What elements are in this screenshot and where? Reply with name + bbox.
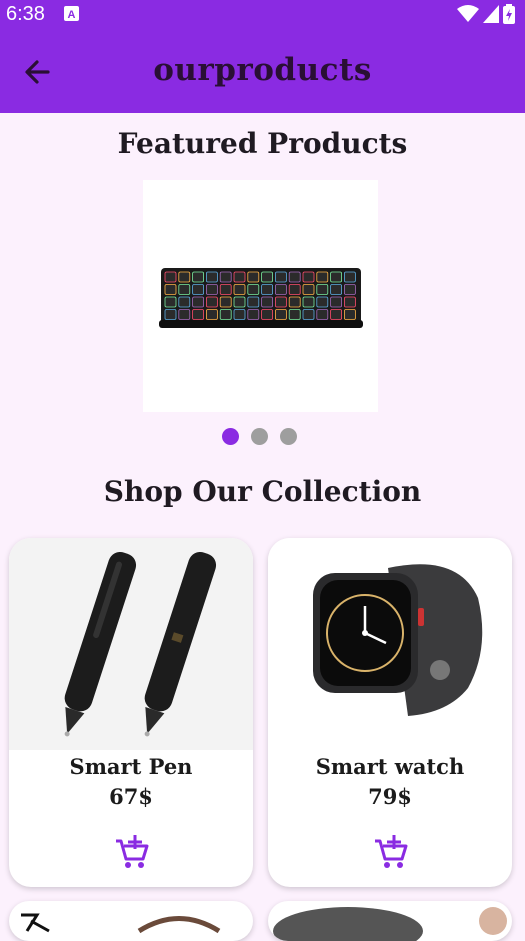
- product-price: 79$: [368, 784, 412, 809]
- add-shopping-cart-icon: [116, 835, 149, 868]
- keyboard-key: [261, 309, 273, 320]
- keyboard-key: [247, 309, 260, 320]
- battery-icon: [503, 4, 515, 24]
- keyboard-key: [330, 309, 343, 320]
- keyboard-key: [302, 284, 315, 295]
- keyboard-key: [288, 284, 301, 295]
- keyboard-key: [192, 309, 204, 320]
- product-image: [273, 907, 507, 941]
- keyboard-key: [192, 296, 204, 308]
- keyboard-key: [233, 296, 246, 308]
- collection-title: Shop Our Collection: [103, 475, 422, 508]
- keyboard-key: [164, 296, 177, 308]
- keyboard-key: [274, 309, 287, 320]
- keyboard-key: [330, 271, 343, 283]
- smart-pen-image: [64, 551, 217, 737]
- keyboard-key: [343, 284, 356, 295]
- keyboard-key: [274, 296, 287, 308]
- keyboard-key: [261, 284, 273, 295]
- status-icons: [457, 4, 515, 24]
- keyboard-key: [330, 284, 343, 295]
- carousel-indicator: [222, 428, 297, 445]
- product-image: [9, 538, 253, 750]
- keyboard-key: [164, 284, 177, 295]
- featured-carousel[interactable]: [143, 180, 378, 412]
- carousel-dot[interactable]: [280, 428, 297, 445]
- keyboard-key: [206, 296, 218, 308]
- add-shopping-cart-icon: [375, 835, 408, 868]
- keyboard-key: [233, 271, 246, 283]
- keyboard-key: [247, 284, 260, 295]
- keyboard-key: [219, 296, 232, 308]
- keyboard-key: [302, 309, 315, 320]
- keyboard-key: [261, 271, 273, 283]
- keyboard-key: [178, 296, 191, 308]
- smart-watch-image: [313, 564, 483, 716]
- svg-text:A: A: [68, 9, 76, 21]
- status-bar: 6:38 A: [0, 0, 525, 30]
- keyboard-key: [206, 309, 218, 320]
- product-card[interactable]: Smart Pen 67$: [9, 538, 253, 887]
- keyboard-key: [233, 284, 246, 295]
- product-image: [268, 538, 512, 750]
- keyboard-key: [288, 271, 301, 283]
- product-name: Smart Pen: [69, 754, 193, 779]
- product-card[interactable]: Smart watch 79$: [268, 538, 512, 887]
- keyboard-key: [219, 271, 232, 283]
- keyboard-key: [247, 271, 260, 283]
- product-price: 67$: [109, 784, 153, 809]
- keyboard-key: [178, 309, 191, 320]
- keyboard-key: [233, 309, 246, 320]
- keyboard-key: [288, 309, 301, 320]
- signal-icon: [483, 5, 499, 23]
- product-card[interactable]: [9, 901, 253, 941]
- keyboard-key: [316, 309, 329, 320]
- keyboard-key: [206, 284, 218, 295]
- product-name: Smart watch: [315, 754, 465, 779]
- featured-title: Featured Products: [117, 127, 408, 160]
- keyboard-key: [302, 271, 315, 283]
- keyboard-image: [159, 268, 363, 328]
- keyboard-key: [261, 296, 273, 308]
- keyboard-key: [316, 284, 329, 295]
- product-card[interactable]: [268, 901, 512, 941]
- keyboard-key: [247, 296, 260, 308]
- keyboard-key: [178, 271, 191, 283]
- keyboard-key: [316, 271, 329, 283]
- carousel-dot[interactable]: [251, 428, 268, 445]
- keyboard-key: [164, 271, 177, 283]
- keyboard-key: [288, 296, 301, 308]
- carousel-dot[interactable]: [222, 428, 239, 445]
- keyboard-key: [274, 271, 287, 283]
- keyboard-key: [219, 284, 232, 295]
- keyboard-key: [343, 296, 356, 308]
- keyboard-key: [274, 284, 287, 295]
- add-to-cart-button[interactable]: [370, 832, 410, 872]
- wifi-icon: [457, 5, 479, 22]
- keyboard-key: [164, 309, 177, 320]
- status-time: 6:38: [6, 3, 45, 25]
- keyboard-key: [219, 309, 232, 320]
- app-bar: ourproducts: [0, 30, 525, 113]
- keyboard-key: [330, 296, 343, 308]
- keyboard-key: [316, 296, 329, 308]
- keyboard-key: [192, 284, 204, 295]
- product-image: [21, 913, 221, 934]
- keyboard-key: [343, 271, 356, 283]
- keyboard-key: [192, 271, 204, 283]
- keyboard-key: [343, 309, 356, 320]
- keyboard-key: [178, 284, 191, 295]
- page-title: ourproducts: [153, 52, 372, 88]
- add-to-cart-button[interactable]: [111, 832, 151, 872]
- notification-icon: A: [64, 6, 79, 21]
- keyboard-key: [206, 271, 218, 283]
- keyboard-key: [302, 296, 315, 308]
